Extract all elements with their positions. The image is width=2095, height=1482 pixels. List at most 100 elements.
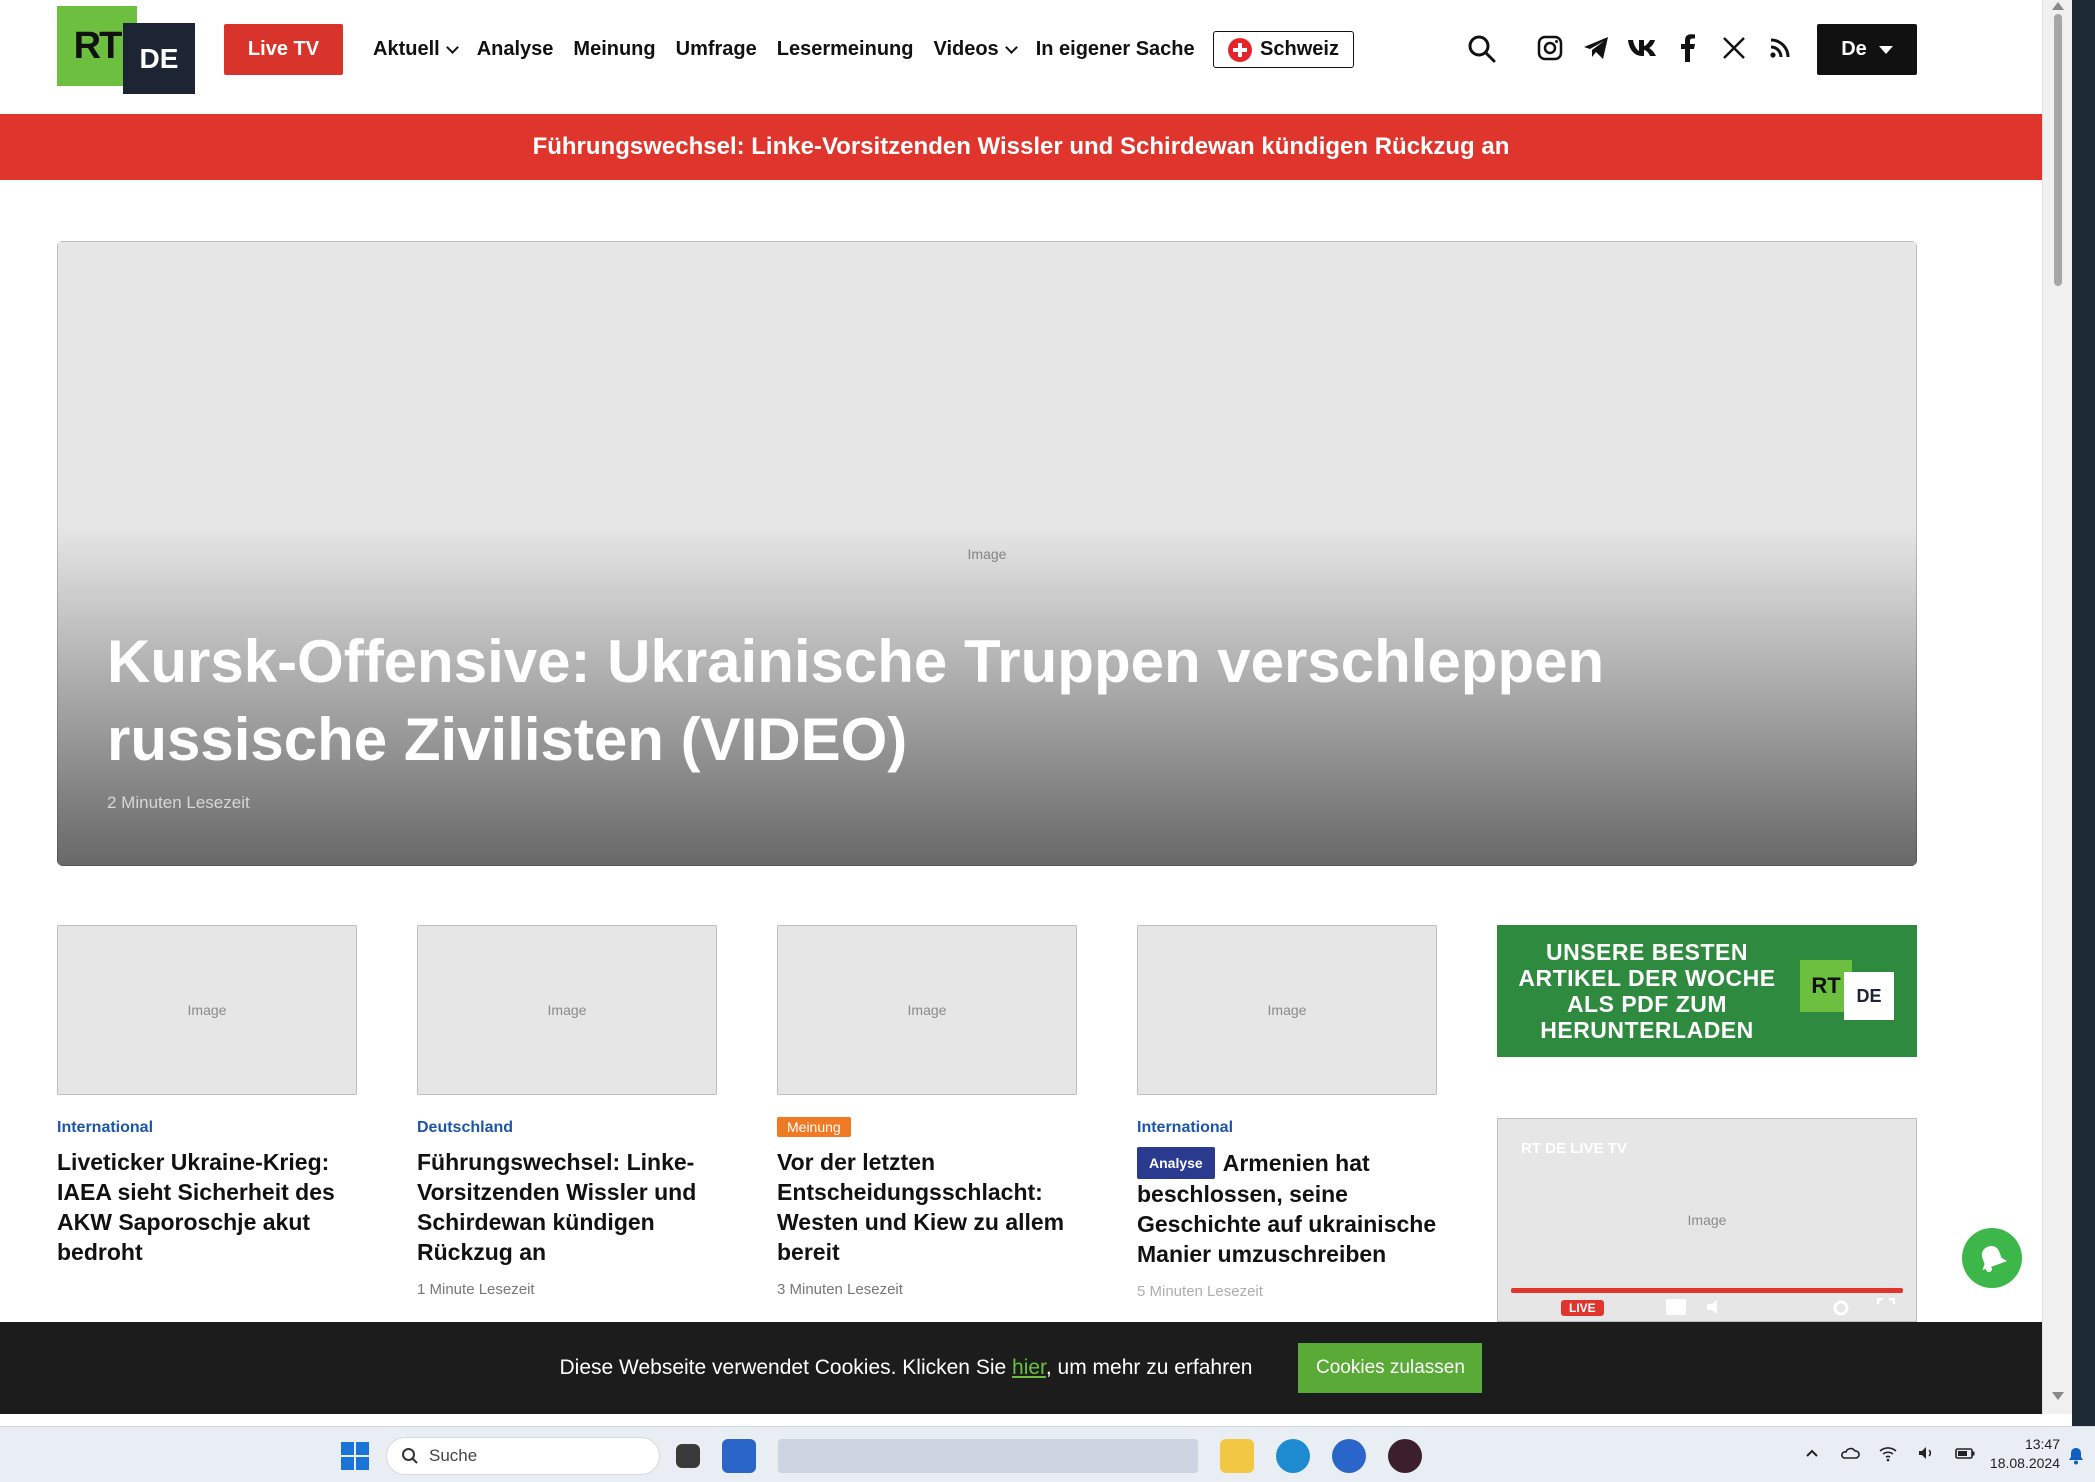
- language-selector[interactable]: De: [1817, 24, 1917, 75]
- player-progress-bar[interactable]: [1511, 1288, 1903, 1293]
- scroll-down-arrow-icon[interactable]: [2052, 1392, 2064, 1400]
- volume-icon[interactable]: [1916, 1443, 1936, 1463]
- promo-logo-de: DE: [1844, 972, 1894, 1020]
- nav-item-analyse[interactable]: Analyse: [477, 38, 554, 61]
- browser-page: RT DE Live TV Aktuell Analyse Meinung Um…: [0, 0, 2095, 1482]
- accept-cookies-button[interactable]: Cookies zulassen: [1298, 1343, 1483, 1393]
- search-icon[interactable]: [1466, 33, 1498, 65]
- taskbar-search[interactable]: Suche: [386, 1437, 660, 1475]
- nav-item-meinung[interactable]: Meinung: [573, 38, 655, 61]
- caret-down-icon: [1878, 45, 1893, 54]
- analyse-badge[interactable]: Analyse: [1137, 1147, 1215, 1179]
- live-tv-player[interactable]: Image RT DE LIVE TV LIVE: [1497, 1118, 1917, 1322]
- nav-label: Analyse: [476, 38, 554, 60]
- nav-item-in-eigener-sache[interactable]: In eigener Sache: [1036, 38, 1195, 61]
- article-title[interactable]: Führungswechsel: Linke-Vorsitzenden Wiss…: [417, 1147, 717, 1267]
- onedrive-cloud-icon[interactable]: [1840, 1443, 1860, 1463]
- article-image-earth-explosion: Image: [777, 925, 1077, 1095]
- subtitles-icon[interactable]: [1665, 1298, 1687, 1316]
- nav-item-lesermeinung[interactable]: Lesermeinung: [777, 38, 914, 61]
- article-category[interactable]: International: [57, 1119, 357, 1137]
- scroll-up-arrow-icon[interactable]: [2052, 2, 2064, 10]
- clock-date: 18.08.2024: [1989, 1455, 2060, 1471]
- chevron-up-icon[interactable]: [1802, 1443, 1822, 1463]
- article-card[interactable]: Image International Liveticker Ukraine-K…: [57, 925, 357, 1267]
- chat-bell-button[interactable]: [1962, 1228, 2022, 1288]
- cookie-info-link[interactable]: hier: [1012, 1356, 1046, 1379]
- region-switzerland-button[interactable]: Schweiz: [1213, 31, 1354, 68]
- cookie-consent-bar: Diese Webseite verwendet Cookies. Klicke…: [0, 1322, 2042, 1414]
- article-card[interactable]: Image Meinung Vor der letzten Entscheidu…: [777, 925, 1077, 1298]
- player-label: RT DE LIVE TV: [1521, 1140, 1627, 1157]
- breaking-news-banner[interactable]: Führungswechsel: Linke-Vorsitzenden Wiss…: [0, 114, 2042, 180]
- main-nav: Aktuell Analyse Meinung Umfrage Lesermei…: [373, 24, 1215, 75]
- article-image-eilmeldung: Image: [417, 925, 717, 1095]
- live-badge: LIVE: [1561, 1300, 1604, 1316]
- system-clock[interactable]: 13:47 18.08.2024: [1972, 1435, 2060, 1473]
- settings-gear-icon[interactable]: [1831, 1298, 1851, 1318]
- instagram-icon[interactable]: [1534, 32, 1566, 64]
- nav-item-aktuell[interactable]: Aktuell: [373, 38, 459, 61]
- article-image-flags: Image: [1137, 925, 1437, 1095]
- social-links: [1534, 32, 1796, 64]
- article-card[interactable]: Image Deutschland Führungswechsel: Linke…: [417, 925, 717, 1298]
- media-player-icon[interactable]: [1388, 1439, 1422, 1473]
- article-category[interactable]: International: [1137, 1119, 1437, 1137]
- article-title[interactable]: Vor der letzten Entscheidungsschlacht: W…: [777, 1147, 1077, 1267]
- pinned-apps-obscured: [778, 1439, 1198, 1473]
- nav-item-umfrage[interactable]: Umfrage: [676, 38, 757, 61]
- nav-label: Meinung: [573, 38, 656, 60]
- page-scrollbar[interactable]: [2042, 0, 2072, 1414]
- system-tray: [1802, 1443, 1975, 1463]
- volume-icon[interactable]: [1705, 1298, 1727, 1316]
- nav-label: In eigener Sache: [1035, 38, 1195, 60]
- windows-start-icon[interactable]: [341, 1442, 369, 1470]
- promo-logo: RT DE: [1800, 960, 1894, 1020]
- download-app-icon[interactable]: [1332, 1439, 1366, 1473]
- search-icon: [402, 1448, 418, 1464]
- hero-article[interactable]: Image Kursk-Offensive: Ukrainische Trupp…: [57, 241, 1917, 866]
- file-explorer-icon[interactable]: [1220, 1439, 1254, 1473]
- pdf-download-promo[interactable]: UNSERE BESTEN ARTIKEL DER WOCHE ALS PDF …: [1497, 925, 1917, 1057]
- article-card[interactable]: Image International Analyse Armenien hat …: [1137, 925, 1437, 1300]
- article-reading-time: 1 Minute Lesezeit: [417, 1281, 535, 1298]
- cookie-message-start: Diese Webseite verwendet Cookies. Klicke…: [559, 1356, 1013, 1379]
- store-icon[interactable]: [722, 1439, 756, 1473]
- chevron-down-icon: [1004, 41, 1018, 54]
- site-header: RT DE Live TV Aktuell Analyse Meinung Um…: [0, 0, 2042, 114]
- cookie-message-end: , um mehr zu erfahren: [1045, 1356, 1253, 1379]
- scrollbar-thumb[interactable]: [2054, 14, 2062, 286]
- edge-browser-icon[interactable]: [1276, 1439, 1310, 1473]
- background-window-strip: [2072, 0, 2095, 1426]
- swiss-flag-icon: [1228, 37, 1253, 62]
- clock-time: 13:47: [2024, 1436, 2060, 1452]
- hero-title[interactable]: Kursk-Offensive: Ukrainische Truppen ver…: [107, 623, 1707, 779]
- vk-icon[interactable]: [1626, 32, 1658, 64]
- taskbar-apps: [676, 1439, 1422, 1473]
- wifi-icon[interactable]: [1878, 1443, 1898, 1463]
- notification-bell-icon[interactable]: [2068, 1447, 2084, 1465]
- article-title[interactable]: Analyse Armenien hat beschlossen, seine G…: [1137, 1147, 1437, 1269]
- telegram-icon[interactable]: [1580, 32, 1612, 64]
- task-view-icon[interactable]: [676, 1444, 700, 1468]
- nav-label: Aktuell: [373, 38, 440, 60]
- article-reading-time: 3 Minuten Lesezeit: [777, 1281, 903, 1298]
- nav-label: Umfrage: [675, 38, 757, 60]
- x-icon[interactable]: [1718, 32, 1750, 64]
- hero-reading-time: 2 Minuten Lesezeit: [107, 793, 250, 812]
- facebook-icon[interactable]: [1672, 32, 1704, 64]
- nav-item-videos[interactable]: Videos: [933, 38, 1018, 61]
- meinung-badge[interactable]: Meinung: [777, 1117, 851, 1137]
- promo-text: UNSERE BESTEN ARTIKEL DER WOCHE ALS PDF …: [1518, 939, 1776, 1043]
- rss-icon[interactable]: [1764, 32, 1796, 64]
- article-category[interactable]: Deutschland: [417, 1119, 717, 1137]
- rt-de-logo[interactable]: RT DE: [57, 6, 195, 94]
- cookie-message: Diese Webseite verwendet Cookies. Klicke…: [560, 1356, 1253, 1380]
- region-label: Schweiz: [1260, 38, 1339, 60]
- article-title[interactable]: Liveticker Ukraine-Krieg: IAEA sieht Sic…: [57, 1147, 357, 1267]
- battery-icon[interactable]: [1954, 1443, 1975, 1463]
- fullscreen-icon[interactable]: [1876, 1297, 1896, 1316]
- bell-icon: [1981, 1246, 2007, 1272]
- live-tv-button[interactable]: Live TV: [224, 24, 343, 75]
- chevron-down-icon: [445, 41, 459, 54]
